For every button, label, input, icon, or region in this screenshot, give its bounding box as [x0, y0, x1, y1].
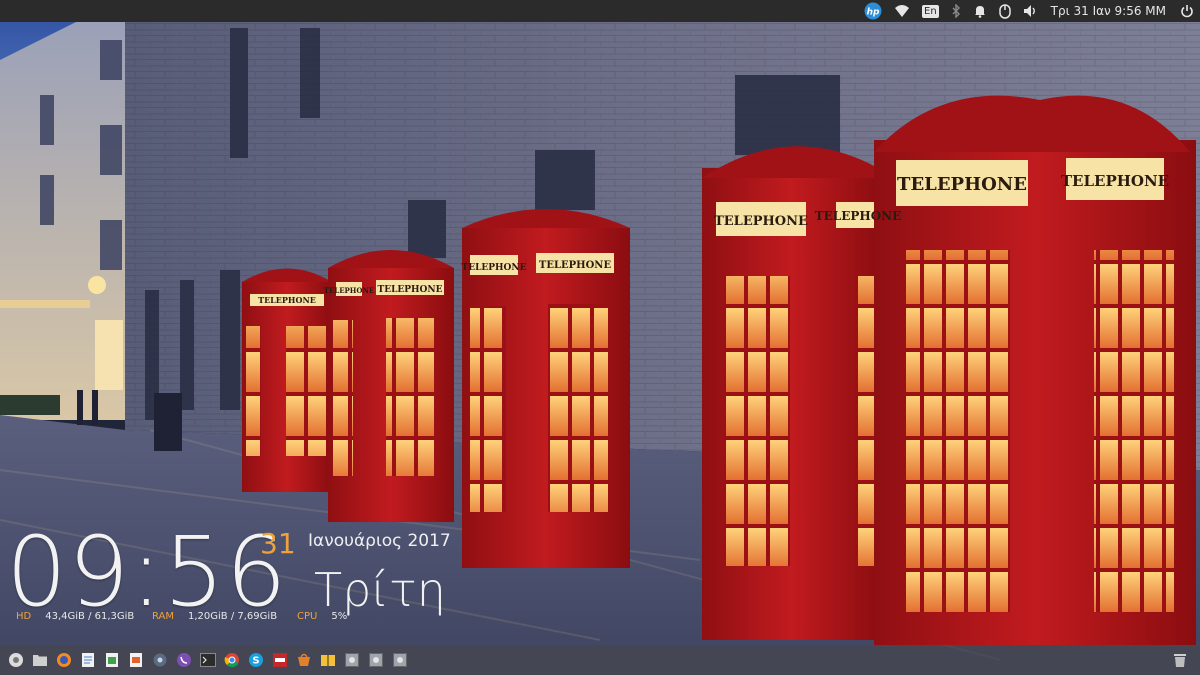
volume-icon[interactable] [1017, 0, 1045, 22]
pdf-viewer-icon[interactable] [268, 648, 292, 672]
booth-sign: TELEPHONE [1061, 172, 1169, 190]
cpu-label: CPU [297, 611, 318, 622]
clock-month-year: Ιανουάριος 2017 [308, 531, 451, 551]
booth-sign: TELEPHONE [462, 263, 527, 273]
text-document-icon[interactable] [76, 648, 100, 672]
clock-day: 31 [260, 527, 296, 560]
settings-gear-icon[interactable] [148, 648, 172, 672]
booth-sign: TELEPHONE [815, 209, 902, 223]
firefox-icon[interactable] [52, 648, 76, 672]
ram-value: 1,20GiB / 7,69GiB [188, 611, 278, 622]
presentation-icon[interactable] [124, 648, 148, 672]
panel-datetime[interactable]: Τρι 31 Ιαν 9:56 MM [1045, 0, 1174, 22]
drive-icon-1[interactable] [340, 648, 364, 672]
hd-label: HD [16, 611, 32, 622]
files-icon[interactable] [28, 648, 52, 672]
hd-stat: HD 43,4GiB / 61,3GiB [16, 611, 134, 622]
booth-sign: TELEPHONE [897, 174, 1027, 195]
chrome-icon[interactable] [220, 648, 244, 672]
bluetooth-icon[interactable] [945, 0, 967, 22]
booth-sign: TELEPHONE [714, 214, 808, 229]
mouse-icon[interactable] [993, 0, 1017, 22]
ram-stat: RAM 1,20GiB / 7,69GiB [152, 611, 277, 622]
skype-icon[interactable]: S [244, 648, 268, 672]
booth-sign: TELEPHONE [324, 286, 375, 295]
system-settings-icon[interactable] [4, 648, 28, 672]
top-panel: hp En Τρι 31 Ιαν 9:56 MM [0, 0, 1200, 22]
clock-time: 09:56 [6, 516, 288, 628]
wifi-icon[interactable] [888, 0, 916, 22]
archive-icon[interactable] [316, 648, 340, 672]
cpu-stat: CPU 5% [297, 611, 347, 622]
clock-weekday: Τρίτη [314, 563, 446, 617]
notifications-icon[interactable] [967, 0, 993, 22]
terminal-icon[interactable] [196, 648, 220, 672]
svg-text:S: S [252, 656, 259, 667]
software-center-icon[interactable] [292, 648, 316, 672]
booth-sign: TELEPHONE [539, 260, 612, 271]
booth-sign: TELEPHONE [378, 285, 443, 295]
drive-icon-3[interactable] [388, 648, 412, 672]
dock: S [0, 645, 1200, 675]
drive-icon-2[interactable] [364, 648, 388, 672]
hp-icon[interactable]: hp [858, 0, 888, 22]
viber-icon[interactable] [172, 648, 196, 672]
hd-value: 43,4GiB / 61,3GiB [45, 611, 135, 622]
cpu-value: 5% [331, 611, 348, 622]
booth-sign: TELEPHONE [258, 295, 316, 305]
spreadsheet-icon[interactable] [100, 648, 124, 672]
power-icon[interactable] [1174, 0, 1200, 22]
keyboard-layout-indicator[interactable]: En [916, 0, 945, 22]
trash-icon[interactable] [1168, 648, 1192, 672]
ram-label: RAM [152, 611, 175, 622]
keyboard-layout-label: En [922, 4, 939, 18]
svg-text:hp: hp [867, 8, 880, 18]
